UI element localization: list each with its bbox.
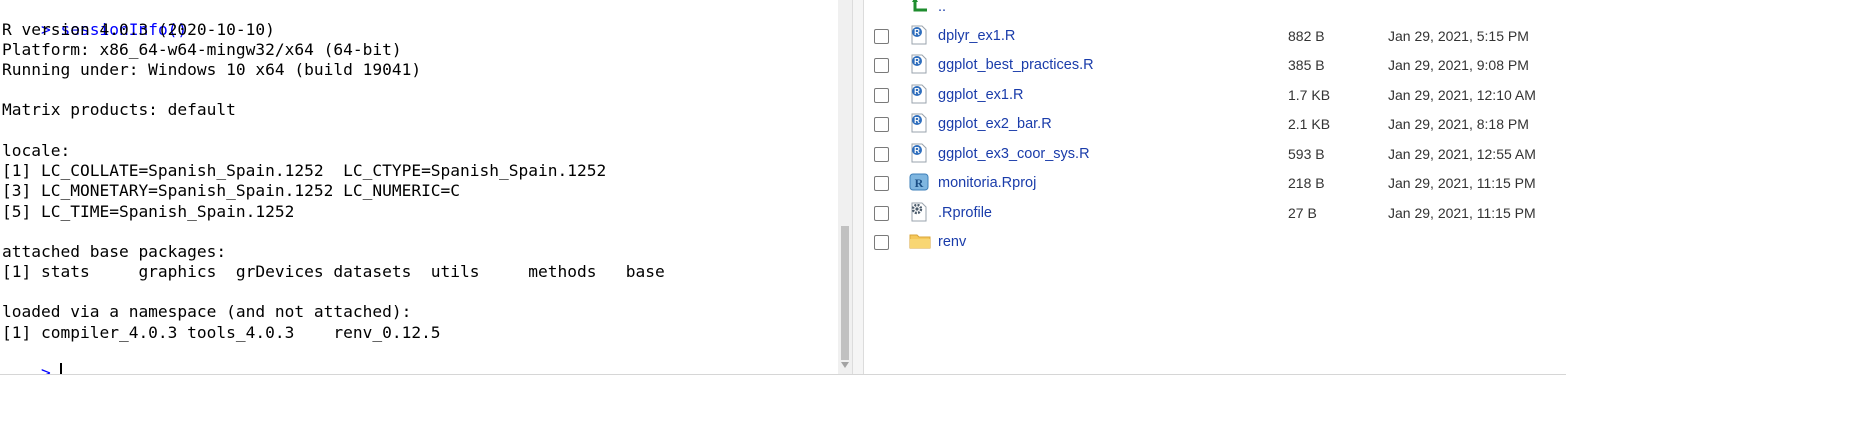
file-row[interactable]: R ggplot_ex3_coor_sys.R 593 B Jan 29, 20… [864, 140, 1566, 169]
pane-divider [0, 374, 1566, 375]
files-pane: .. R dplyr_ex1.R 882 B Jan 29, 2021, 5:1… [864, 0, 1566, 374]
console-command-line: > sessionInfo() [2, 0, 187, 39]
file-row-parent[interactable]: .. [864, 0, 1566, 22]
file-name-link[interactable]: dplyr_ex1.R [938, 22, 1015, 51]
console-output-line: locale: [2, 141, 71, 160]
file-name-link[interactable]: .. [938, 0, 946, 22]
text-cursor [59, 363, 62, 374]
r-script-icon: R [909, 25, 929, 45]
up-arrow-icon [911, 0, 931, 16]
file-checkbox[interactable] [874, 88, 889, 103]
folder-icon [909, 231, 931, 251]
file-size: 27 B [1288, 205, 1317, 221]
svg-text:R: R [914, 28, 920, 37]
folder-name-link[interactable]: renv [938, 228, 966, 257]
console-output-line: [3] LC_MONETARY=Spanish_Spain.1252 LC_NU… [2, 181, 461, 200]
console-output-line: Matrix products: default [2, 100, 236, 119]
file-size: 882 B [1288, 28, 1325, 44]
r-script-icon: R [909, 84, 929, 104]
file-checkbox[interactable] [874, 147, 889, 162]
file-modified: Jan 29, 2021, 9:08 PM [1388, 57, 1529, 73]
console-input-prompt: > [40, 363, 51, 374]
r-project-icon: R [909, 172, 929, 192]
file-checkbox[interactable] [874, 117, 889, 132]
scroll-down-arrow-icon[interactable] [841, 362, 849, 368]
console-output-line: R version 4.0.3 (2020-10-10) [2, 20, 275, 39]
file-modified: Jan 29, 2021, 12:10 AM [1388, 87, 1536, 103]
gear-file-icon [909, 202, 929, 222]
console-scrollbar[interactable] [838, 0, 852, 374]
file-row[interactable]: .Rprofile 27 B Jan 29, 2021, 11:15 PM [864, 199, 1566, 228]
console-output-line: Running under: Windows 10 x64 (build 190… [2, 60, 422, 79]
console-input-line[interactable]: > [2, 343, 62, 374]
file-modified: Jan 29, 2021, 11:15 PM [1388, 205, 1536, 221]
console-output-line: [1] compiler_4.0.3 tools_4.0.3 renv_0.12… [2, 323, 441, 342]
file-name-link[interactable]: ggplot_best_practices.R [938, 51, 1094, 80]
file-name-link[interactable]: ggplot_ex1.R [938, 81, 1023, 110]
file-modified: Jan 29, 2021, 11:15 PM [1388, 175, 1536, 191]
r-script-icon: R [909, 54, 929, 74]
file-size: 2.1 KB [1288, 116, 1331, 132]
console-output-line: [5] LC_TIME=Spanish_Spain.1252 [2, 202, 295, 221]
file-checkbox[interactable] [874, 235, 889, 250]
file-row[interactable]: R ggplot_ex2_bar.R 2.1 KB Jan 29, 2021, … [864, 110, 1566, 139]
file-row[interactable]: R monitoria.Rproj 218 B Jan 29, 2021, 11… [864, 169, 1566, 198]
console-scrollbar-thumb[interactable] [841, 226, 849, 360]
file-row[interactable]: R ggplot_best_practices.R 385 B Jan 29, … [864, 51, 1566, 80]
console-output-line: loaded via a namespace (and not attached… [2, 302, 412, 321]
pane-splitter[interactable] [852, 0, 864, 374]
file-size: 593 B [1288, 146, 1325, 162]
file-row[interactable]: renv [864, 228, 1566, 257]
console-output-line: Platform: x86_64-w64-mingw32/x64 (64-bit… [2, 40, 402, 59]
console-pane[interactable]: > sessionInfo() R version 4.0.3 (2020-10… [0, 0, 838, 374]
file-size: 1.7 KB [1288, 87, 1331, 103]
svg-text:R: R [914, 57, 920, 66]
file-name-link[interactable]: monitoria.Rproj [938, 169, 1036, 198]
file-name-link[interactable]: ggplot_ex3_coor_sys.R [938, 140, 1090, 169]
file-size: 218 B [1288, 175, 1325, 191]
file-row[interactable]: R dplyr_ex1.R 882 B Jan 29, 2021, 5:15 P… [864, 22, 1566, 51]
r-script-icon: R [909, 113, 929, 133]
blank-area [1566, 0, 1862, 447]
svg-text:R: R [915, 176, 924, 190]
console-output-line: [1] stats graphics grDevices datasets ut… [2, 262, 665, 281]
r-script-icon: R [909, 143, 929, 163]
file-name-link[interactable]: ggplot_ex2_bar.R [938, 110, 1052, 139]
console-output-line: [1] LC_COLLATE=Spanish_Spain.1252 LC_CTY… [2, 161, 607, 180]
file-checkbox[interactable] [874, 58, 889, 73]
svg-text:R: R [914, 87, 920, 96]
svg-text:R: R [914, 116, 920, 125]
file-checkbox[interactable] [874, 176, 889, 191]
file-modified: Jan 29, 2021, 8:18 PM [1388, 116, 1529, 132]
file-name-link[interactable]: .Rprofile [938, 199, 992, 228]
file-row[interactable]: R ggplot_ex1.R 1.7 KB Jan 29, 2021, 12:1… [864, 81, 1566, 110]
file-checkbox[interactable] [874, 206, 889, 221]
file-checkbox[interactable] [874, 29, 889, 44]
file-modified: Jan 29, 2021, 5:15 PM [1388, 28, 1529, 44]
svg-text:R: R [914, 146, 920, 155]
file-modified: Jan 29, 2021, 12:55 AM [1388, 146, 1536, 162]
console-output-line: attached base packages: [2, 242, 227, 261]
file-size: 385 B [1288, 57, 1325, 73]
